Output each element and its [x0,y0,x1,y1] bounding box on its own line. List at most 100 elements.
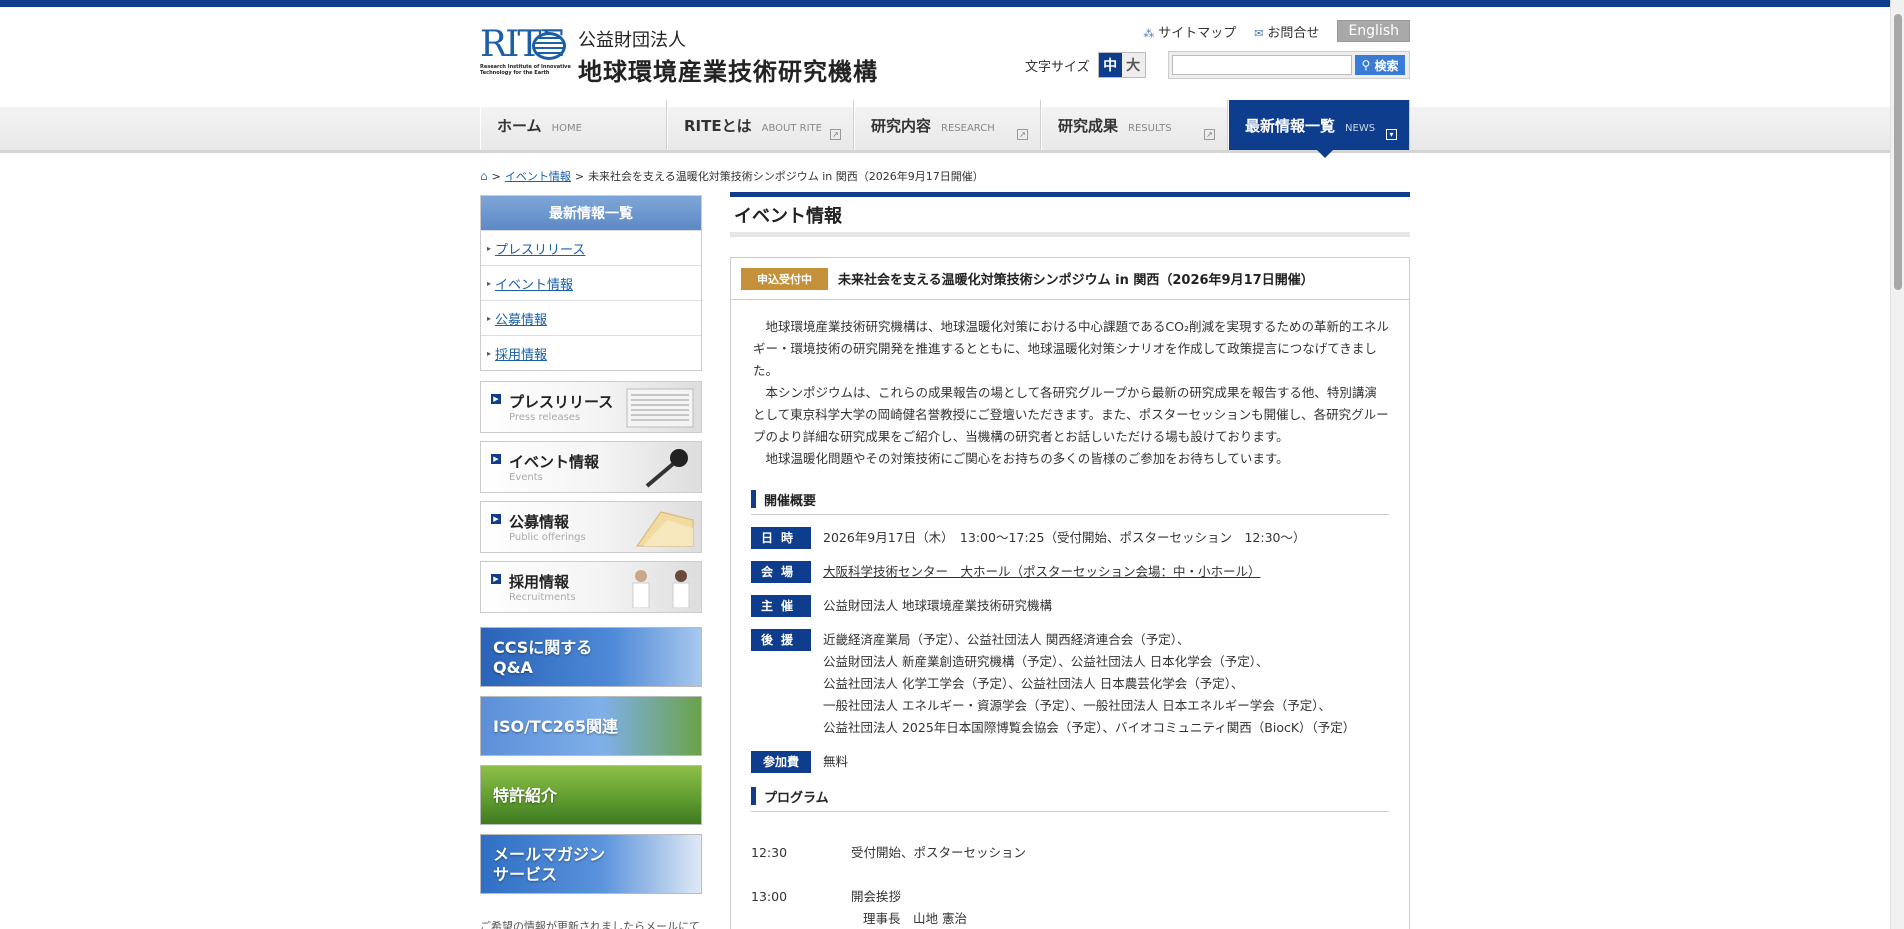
sidebar-item-recruit[interactable]: ▸ 採用情報 [481,335,701,370]
program-desc-block: 開会挨拶 理事長 山地 憲治 [851,886,967,929]
program-list: 12:30 受付開始、ポスターセッション 13:00 開会挨拶 理事長 山地 憲… [751,842,1389,929]
nav-research[interactable]: 研究内容 RESEARCH ↗ [854,100,1041,150]
sidebar-item-press[interactable]: ▸ プレスリリース [481,230,701,265]
banner-ccs-qa[interactable]: CCSに関する Q&A [480,627,702,687]
mail-icon: ✉ [1254,26,1264,40]
contact-link[interactable]: ✉ お問合せ [1254,22,1319,41]
banner-line1: CCSに関する [493,638,593,657]
banner-mail-magazine[interactable]: メールマガジン サービス [480,834,702,894]
home-icon[interactable]: ⌂ [480,169,488,183]
english-button[interactable]: English [1337,20,1410,42]
sitemap-icon: ⁂ [1143,26,1155,40]
font-size-label: 文字サイズ [1025,59,1090,75]
section-divider [751,514,1389,515]
breadcrumb: ⌂ > イベント情報 > 未来社会を支える温暖化対策技術シンポジウム in 関西… [480,168,984,184]
nav-sublabel: HOME [551,122,582,134]
banner-line2: Q&A [493,658,533,677]
program-item: 13:00 開会挨拶 理事長 山地 憲治 [751,886,1389,929]
overview-table: 日時 2026年9月17日（木） 13:00～17:25（受付開始、ポスターセッ… [751,527,1389,773]
sitemap-link[interactable]: ⁂ サイトマップ [1143,22,1236,41]
external-arrow-icon: ↗ [1017,129,1028,140]
logo-subtitle: Research Institute of Innovative Technol… [480,64,571,76]
sidebar-bottom-text: ご希望の情報が更新されましたらメールにて [480,920,700,929]
arrow-box-icon: ▶ [491,574,501,584]
global-nav: ホーム HOME RITEとは ABOUT RITE ↗ 研究内容 RESEARCH … [480,100,1410,158]
nav-home[interactable]: ホーム HOME [480,100,667,150]
search-box: ⚲ 検索 [1168,51,1410,79]
banner-line1: ISO/TC265関連 [493,717,618,736]
search-input[interactable] [1172,55,1352,75]
bullet-icon: ▸ [487,243,492,253]
microphone-icon [645,449,688,488]
support-line: 公益財団法人 新産業創造研究機構（予定）、公益社団法人 日本化学会（予定）、 [823,654,1269,669]
banner-press[interactable]: ▶ プレスリリース Press releases [480,381,702,433]
nav-label: 研究成果 [1058,116,1119,135]
scrollbar-thumb[interactable] [1894,14,1902,290]
nav-results[interactable]: 研究成果 RESULTS ↗ [1041,100,1228,150]
nav-about[interactable]: RITEとは ABOUT RITE ↗ [667,100,854,150]
event-intro: 地球環境産業技術研究機構は、地球温暖化対策における中心課題であるCO₂削減を実現… [731,300,1409,470]
bullet-icon: ▸ [487,313,492,323]
breadcrumb-current: 未来社会を支える温暖化対策技術シンポジウム in 関西（2026年9月17日開催… [588,170,984,183]
overview-row-support: 後援 近畿経済産業局（予定）、公益社団法人 関西経済連合会（予定）、 公益財団法… [751,629,1389,739]
support-line: 公益社団法人 化学工学会（予定）、公益社団法人 日本農芸化学会（予定）、 [823,676,1244,691]
nav-label: RITEとは [684,116,752,135]
sidebar-item-label[interactable]: 採用情報 [495,344,547,363]
nav-sublabel: ABOUT RITE [761,122,822,134]
page-scrollbar[interactable] [1890,0,1904,929]
intro-paragraph: 地球環境産業技術研究機構は、地球温暖化対策における中心課題であるCO₂削減を実現… [753,319,1389,378]
banner-events[interactable]: ▶ イベント情報 Events [480,441,702,493]
event-card: 申込受付中 未来社会を支える温暖化対策技術シンポジウム in 関西（2026年9… [730,257,1410,929]
banner-patents[interactable]: 特許紹介 [480,765,702,825]
intro-paragraph: 本シンポジウムは、これらの成果報告の場として各研究グループから最新の研究成果を報… [753,385,1389,444]
sidebar: 最新情報一覧 ▸ プレスリリース ▸ イベント情報 ▸ 公募情報 ▸ 採用情報 ▶ プレ… [480,195,702,894]
nav-news[interactable]: 最新情報一覧 NEWS ▾ [1228,100,1410,158]
breadcrumb-separator: > [491,169,501,183]
banner-line1: 特許紹介 [493,786,558,805]
event-header: 申込受付中 未来社会を支える温暖化対策技術シンポジウム in 関西（2026年9… [731,258,1409,300]
overview-row-date: 日時 2026年9月17日（木） 13:00～17:25（受付開始、ポスターセッ… [751,527,1389,549]
sidebar-item-label[interactable]: 公募情報 [495,309,547,328]
search-icon: ⚲ [1361,58,1371,72]
dropdown-arrow-icon: ▾ [1386,129,1397,140]
intro-paragraph: 地球温暖化問題やその対策技術にご関心をお持ちの多くの皆様のご参加をお待ちしていま… [765,451,1289,466]
banner-offerings[interactable]: ▶ 公募情報 Public offerings [480,501,702,553]
org-type-label: 公益財団法人 [578,30,686,51]
banner-recruit[interactable]: ▶ 採用情報 Recruitments [480,561,702,613]
banner-line1: メールマガジン [493,845,606,864]
arrow-box-icon: ▶ [491,514,501,524]
program-desc: 開会挨拶 [851,889,902,904]
overview-row-fee: 参加費 無料 [751,751,1389,773]
banner-iso-tc265[interactable]: ISO/TC265関連 [480,696,702,756]
sidebar-item-label[interactable]: プレスリリース [495,239,585,258]
program-item: 12:30 受付開始、ポスターセッション [751,842,1389,864]
bullet-icon: ▸ [487,278,492,288]
support-line: 近畿経済産業局（予定）、公益社団法人 関西経済連合会（予定）、 [823,632,1190,647]
main-content: イベント情報 申込受付中 未来社会を支える温暖化対策技術シンポジウム in 関西… [730,192,1410,929]
site-logo[interactable]: RITE Research Institute of Innovative Te… [480,24,890,87]
venue-link[interactable]: 大阪科学技術センター 大ホール（ポスターセッション会場：中・小ホール） [823,561,1261,583]
nav-sublabel: NEWS [1345,122,1376,134]
sidebar-item-events[interactable]: ▸ イベント情報 [481,265,701,300]
row-label: 参加費 [751,751,811,773]
page-title: イベント情報 [730,197,1410,237]
sidebar-item-offerings[interactable]: ▸ 公募情報 [481,300,701,335]
sidebar-title: 最新情報一覧 [481,196,701,230]
overview-row-venue: 会場 大阪科学技術センター 大ホール（ポスターセッション会場：中・小ホール） [751,561,1389,583]
row-value: 公益財団法人 地球環境産業技術研究機構 [823,598,1052,613]
row-label: 主催 [751,595,811,617]
utility-links: ⁂ サイトマップ ✉ お問合せ English [1143,20,1410,42]
nav-sublabel: RESEARCH [941,122,995,134]
external-arrow-icon: ↗ [1204,129,1215,140]
breadcrumb-link-events[interactable]: イベント情報 [505,168,571,184]
program-desc: 受付開始、ポスターセッション [851,845,1027,860]
font-size-control: 文字サイズ 中 大 [1025,52,1146,78]
newspaper-icon [626,388,694,428]
row-value: 無料 [823,754,849,769]
font-medium-button[interactable]: 中 [1098,53,1122,77]
font-large-button[interactable]: 大 [1122,53,1145,77]
nav-label: 研究内容 [871,116,932,135]
people-icon [632,570,690,608]
sidebar-item-label[interactable]: イベント情報 [495,274,573,293]
search-button[interactable]: ⚲ 検索 [1355,55,1405,75]
